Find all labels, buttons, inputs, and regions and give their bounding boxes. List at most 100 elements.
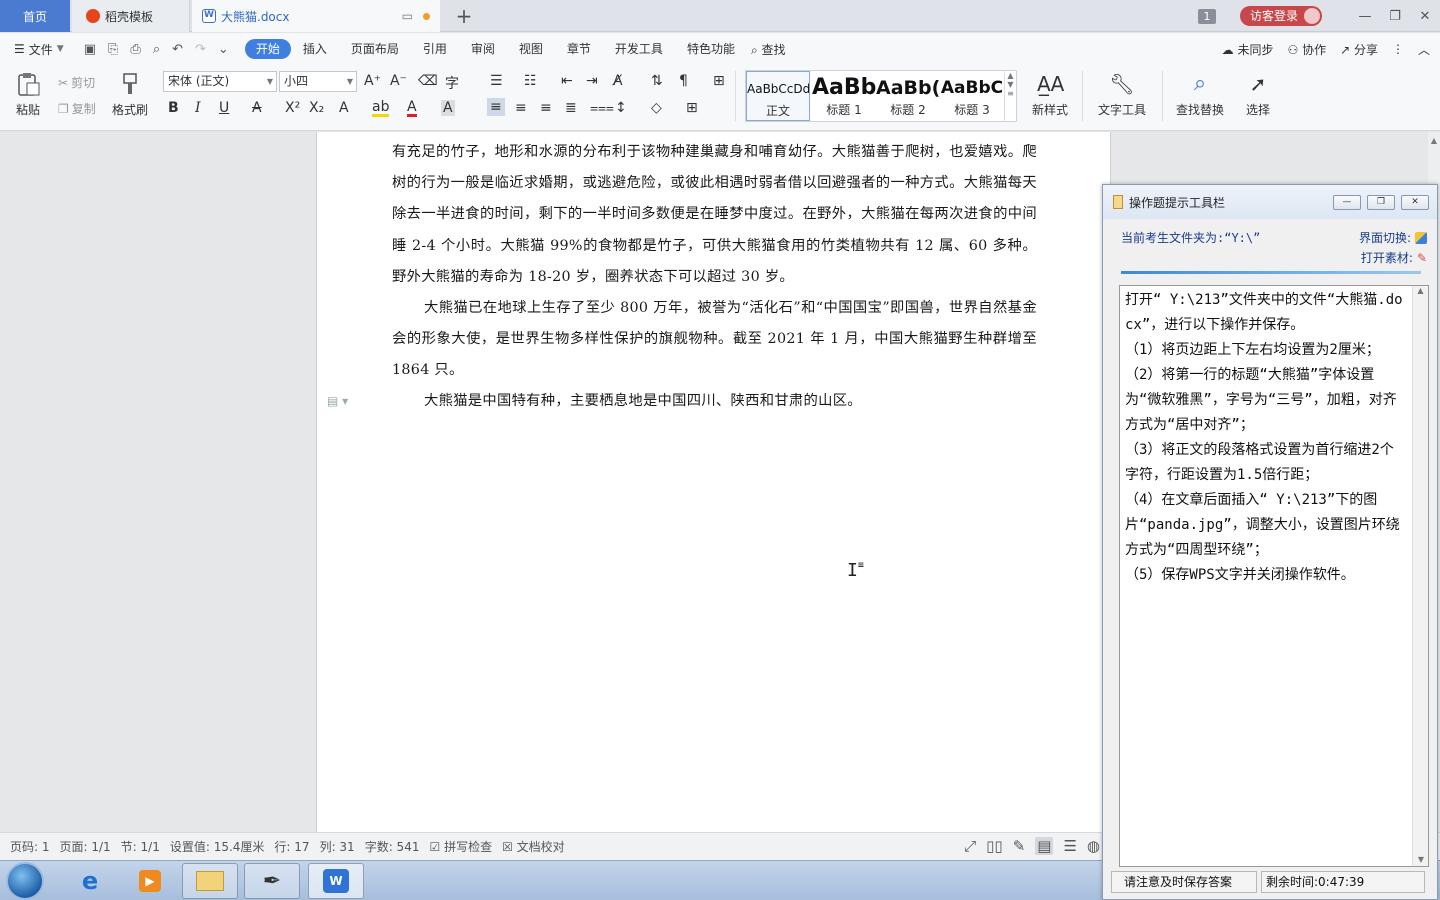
scroll-up-icon[interactable]: ▲ [1413, 286, 1428, 295]
document-page[interactable]: 有充足的竹子，地形和水源的分布利于该物种建巢藏身和哺育幼仔。大熊猫善于爬树，也爱… [316, 132, 1111, 832]
shading-icon[interactable]: ◇ [651, 100, 662, 116]
align-center-icon[interactable]: ≡ [515, 100, 527, 116]
share-button[interactable]: ↗ 分享 [1340, 41, 1378, 58]
grow-font-icon[interactable]: A⁺ [364, 73, 381, 89]
shrink-font-icon[interactable]: A⁻ [390, 73, 407, 89]
distributed-icon[interactable]: ⩶ [590, 100, 614, 116]
tab-insert[interactable]: 插入 [291, 39, 339, 59]
strikethrough-icon[interactable]: A [252, 100, 262, 116]
search-command[interactable]: ⌕ 查找 [751, 41, 786, 58]
collapse-ribbon-icon[interactable]: ︿ [1418, 41, 1430, 58]
helper-title-bar[interactable]: 操作题提示工具栏 — ❐ ✕ [1103, 185, 1437, 219]
body-paragraph[interactable]: 有充足的竹子，地形和水源的分布利于该物种建巢藏身和哺育幼仔。大熊猫善于爬树，也爱… [392, 137, 1037, 293]
font-name-select[interactable]: 宋体 (正文) ▼ [163, 71, 277, 92]
position-setting[interactable]: 设置值: 15.4厘米 [170, 838, 265, 855]
edit-view-icon[interactable]: ✎ [1013, 837, 1026, 855]
body-paragraph[interactable]: 大熊猫是中国特有种，主要栖息地是中国四川、陕西和甘肃的山区。 [392, 386, 1037, 417]
switch-interface-button[interactable]: 界面切换: [1359, 229, 1427, 246]
chinese-layout-icon[interactable]: A̸ [613, 73, 623, 89]
wps-writer-taskbar-icon[interactable]: W [308, 863, 364, 899]
page-view-icon[interactable]: ▤ [1035, 837, 1054, 855]
numbered-list-icon[interactable]: ☷ [524, 73, 537, 89]
customize-icon[interactable]: ⌄ [218, 42, 229, 57]
spell-check-button[interactable]: ☑ 拼写检查 [429, 838, 492, 855]
print-icon[interactable]: ⎙ [130, 42, 140, 57]
superscript-icon[interactable]: X² [285, 100, 300, 116]
tab-docer-templates[interactable]: 稻壳模板 [72, 0, 190, 32]
close-icon[interactable]: ✕ [1410, 9, 1440, 24]
sync-status[interactable]: ☁ 未同步 [1222, 41, 1274, 58]
outline-view-icon[interactable]: ☰ [1063, 837, 1076, 855]
web-view-icon[interactable]: ◍ [1087, 837, 1100, 855]
style-normal[interactable]: AaBbCcDd 正文 [746, 71, 810, 121]
style-heading-3[interactable]: AaBbC 标题 3 [940, 71, 1004, 121]
bold-button[interactable]: B [168, 100, 179, 116]
font-color-icon[interactable]: A [407, 100, 417, 117]
media-player-icon[interactable]: ▶ [122, 863, 178, 899]
tab-page-layout[interactable]: 页面布局 [339, 39, 411, 59]
exam-tool-icon[interactable]: ✒ [244, 863, 300, 899]
more-icon[interactable]: ⋮ [1392, 42, 1404, 56]
show-marks-icon[interactable]: ¶ [679, 73, 688, 89]
clear-format-icon[interactable]: ⌫ [418, 73, 438, 89]
justify-icon[interactable]: ≣ [565, 100, 577, 116]
find-replace-button[interactable]: ⌕ 查找替换 [1168, 71, 1232, 118]
bullet-list-icon[interactable]: ☰ [490, 73, 503, 89]
table-border-icon[interactable]: ⊞ [713, 73, 725, 89]
column-number[interactable]: 列: 31 [320, 838, 355, 855]
format-painter-button[interactable]: 格式刷 [108, 71, 152, 118]
page-number[interactable]: 页码: 1 [10, 838, 50, 855]
text-tools-button[interactable]: 🔧︎ 文字工具 [1090, 71, 1154, 118]
instructions-scrollbar[interactable]: ▲ ▼ [1412, 286, 1428, 866]
underline-button[interactable]: U [219, 100, 229, 116]
sort-icon[interactable]: ⇅ [651, 73, 663, 89]
monitor-icon[interactable]: ▭ [402, 9, 413, 23]
paragraph-handle-icon[interactable]: ▤ ▾ [327, 394, 348, 408]
text-effect-icon[interactable]: A [339, 100, 349, 116]
tab-chapter[interactable]: 章节 [555, 39, 603, 59]
increase-indent-icon[interactable]: ⇥ [586, 73, 598, 89]
new-style-button[interactable]: A̲A 新样式 [1023, 71, 1077, 118]
select-button[interactable]: ➚ 选择 [1236, 71, 1280, 118]
phonetic-guide-icon[interactable]: 字 [445, 73, 459, 93]
export-pdf-icon[interactable]: ⎘ [108, 42, 118, 57]
align-left-icon[interactable]: ≡ [487, 98, 505, 116]
open-material-button[interactable]: 打开素材: ✎ [1361, 249, 1427, 266]
tab-home[interactable]: 首页 [0, 0, 70, 32]
file-menu[interactable]: ☰ 文件 ▼ [14, 41, 64, 58]
new-tab-button[interactable]: + [450, 0, 478, 32]
tab-view[interactable]: 视图 [507, 39, 555, 59]
line-spacing-icon[interactable]: ↕ [615, 100, 627, 116]
save-icon[interactable]: ▣ [84, 42, 96, 57]
doc-proof-button[interactable]: ☒ 文档校对 [502, 838, 565, 855]
minimize-icon[interactable]: — [1350, 9, 1380, 24]
char-shading-icon[interactable]: A [441, 100, 455, 116]
start-button[interactable] [6, 862, 44, 900]
print-preview-icon[interactable]: ⌕ [153, 42, 160, 57]
style-heading-1[interactable]: AaBb 标题 1 [812, 71, 876, 121]
body-paragraph[interactable]: 大熊猫已在地球上生存了至少 800 万年，被誉为“活化石”和“中国国宝”即国兽，… [392, 293, 1037, 387]
undo-icon[interactable]: ↶ [172, 42, 183, 57]
borders-icon[interactable]: ⊞ [686, 100, 698, 116]
reading-view-icon[interactable]: ▯▯ [986, 837, 1003, 855]
highlight-icon[interactable]: ab [372, 100, 390, 117]
subscript-icon[interactable]: X₂ [309, 100, 324, 116]
cut-button[interactable]: ✂ 剪切 [58, 74, 95, 91]
fullscreen-icon[interactable]: ⤢ [964, 837, 976, 855]
tab-start[interactable]: 开始 [244, 39, 291, 59]
restore-icon[interactable]: ❐ [1367, 195, 1395, 210]
instructions-box[interactable]: 打开“ Y:\213”文件夹中的文件“大熊猫.docx”，进行以下操作并保存。 … [1119, 285, 1429, 867]
tab-special-features[interactable]: 特色功能 [675, 39, 747, 59]
decrease-indent-icon[interactable]: ⇤ [561, 73, 573, 89]
scroll-up-icon[interactable]: ▲ [1428, 136, 1440, 145]
tab-references[interactable]: 引用 [411, 39, 459, 59]
line-number[interactable]: 行: 17 [274, 838, 309, 855]
font-size-select[interactable]: 小四 ▼ [279, 71, 357, 92]
section-info[interactable]: 节: 1/1 [121, 838, 160, 855]
tab-document[interactable]: W 大熊猫.docx ▭ [192, 0, 440, 32]
align-right-icon[interactable]: ≡ [540, 100, 552, 116]
minimize-icon[interactable]: — [1333, 195, 1361, 210]
style-heading-2[interactable]: AaBb( 标题 2 [876, 71, 940, 121]
window-count-badge[interactable]: 1 [1197, 8, 1216, 24]
tab-developer[interactable]: 开发工具 [603, 39, 675, 59]
